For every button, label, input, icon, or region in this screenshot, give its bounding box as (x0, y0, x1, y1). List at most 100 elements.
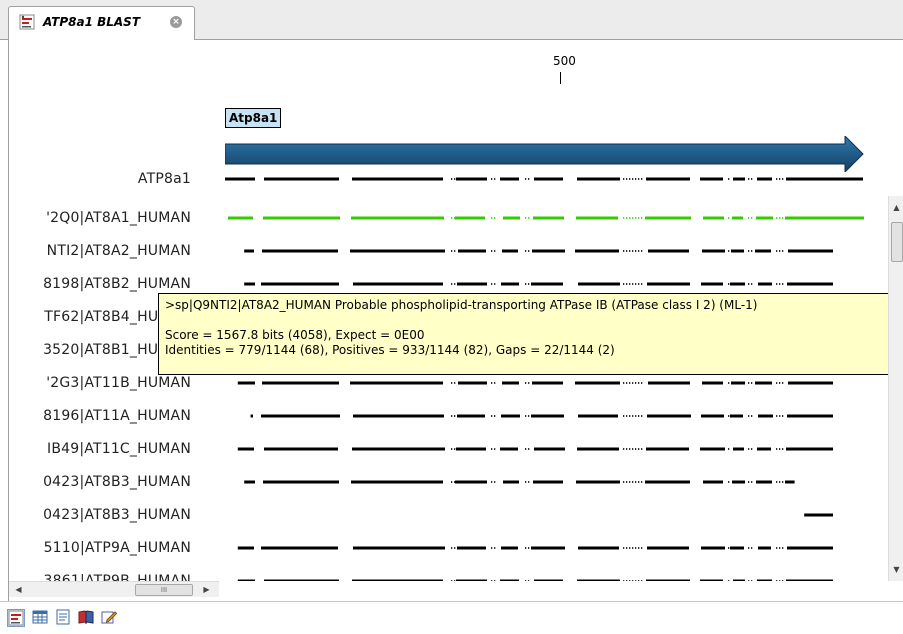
aligned-segment (576, 216, 618, 220)
gap-dot (454, 178, 456, 180)
hit-alignment-line[interactable] (225, 249, 865, 253)
aligned-segment (237, 381, 255, 385)
gap-dot (528, 580, 530, 581)
gap-dot (451, 580, 453, 581)
aligned-segment (532, 381, 563, 385)
aligned-segment (457, 546, 486, 550)
hit-label[interactable]: '2Q0|AT8A1_HUMAN (46, 210, 191, 226)
aligned-segment (244, 480, 255, 484)
aligned-segment (703, 216, 724, 220)
aligned-segment (730, 282, 745, 286)
hit-alignment-line[interactable] (225, 447, 865, 451)
hit-alignment-line[interactable] (225, 282, 865, 286)
gap-dot (638, 580, 640, 581)
aligned-segment (755, 381, 772, 385)
hit-label[interactable]: NTI2|AT8A2_HUMAN (47, 243, 191, 259)
ruler-tick (560, 72, 561, 84)
gap-dot (638, 481, 640, 483)
gap-dot (751, 217, 753, 219)
gap-dot (451, 415, 453, 417)
gap-dot (454, 283, 456, 285)
hit-label[interactable]: 8196|AT11A_HUMAN (43, 408, 191, 424)
gap-dot (641, 481, 643, 483)
aligned-segment (237, 447, 254, 451)
hit-alignment-line[interactable] (225, 546, 865, 550)
gap-dot (629, 283, 631, 285)
gap-dot (638, 448, 640, 450)
gap-dot (728, 250, 730, 252)
aligned-segment (647, 282, 690, 286)
feature-arrow[interactable] (225, 136, 865, 172)
gap-dot (629, 217, 631, 219)
gap-dot (525, 448, 527, 450)
hit-alignment-line[interactable] (225, 480, 865, 484)
aligned-segment (756, 480, 772, 484)
gap-dot (728, 481, 730, 483)
tab-atp8a1-blast[interactable]: ATP8a1 BLAST × (8, 6, 195, 41)
hit-label[interactable]: '2G3|AT11B_HUMAN (46, 375, 191, 391)
gap-dot (528, 283, 530, 285)
gap-dot (632, 283, 634, 285)
horizontal-scroll-thumb[interactable]: III (135, 584, 193, 596)
gap-dot (635, 217, 637, 219)
horizontal-scrollbar[interactable]: ◀ III ▶ (9, 581, 219, 597)
scroll-up-icon[interactable]: ▲ (889, 200, 903, 215)
vertical-scroll-thumb[interactable] (891, 222, 903, 262)
gap-dot (638, 217, 640, 219)
hit-alignment-line[interactable] (225, 414, 865, 418)
aligned-segment (502, 381, 519, 385)
gap-dot (528, 547, 530, 549)
query-label: ATP8a1 (137, 171, 191, 187)
aligned-segment (786, 177, 863, 181)
scroll-left-icon[interactable]: ◀ (11, 582, 26, 597)
gap-dot (491, 547, 493, 549)
gap-dot (623, 547, 625, 549)
hit-label[interactable]: 0423|AT8B3_HUMAN (43, 474, 191, 490)
gap-dot (776, 448, 778, 450)
gap-dot (626, 178, 628, 180)
text-view-button[interactable] (55, 609, 73, 627)
hit-alignment-line[interactable] (225, 381, 865, 385)
annotations-view-button[interactable] (101, 609, 119, 627)
close-tab-icon[interactable]: × (170, 16, 182, 28)
hit-label[interactable]: 3861|ATP9B_HUMAN (44, 573, 191, 581)
gap-dot (779, 448, 781, 450)
hit-alignment-line[interactable] (225, 216, 865, 220)
hit-label[interactable]: 0423|AT8B3_HUMAN (43, 507, 191, 523)
scroll-right-icon[interactable]: ▶ (199, 582, 214, 597)
gap-dot (528, 178, 530, 180)
aligned-segment (578, 414, 618, 418)
gap-dot (751, 448, 753, 450)
aligned-segment (732, 480, 745, 484)
hit-label[interactable]: 5110|ATP9A_HUMAN (44, 540, 191, 556)
gap-dot (626, 481, 628, 483)
hit-alignment-line[interactable] (225, 513, 865, 517)
aligned-segment (646, 579, 690, 581)
aligned-segment (457, 282, 487, 286)
gap-dot (748, 250, 750, 252)
hit-alignment-line[interactable] (225, 579, 865, 581)
gap-dot (782, 217, 784, 219)
aligned-segment (503, 480, 519, 484)
history-view-button[interactable] (78, 609, 96, 627)
gap-dot (751, 283, 753, 285)
vertical-scrollbar[interactable]: ▲ ▼ (888, 196, 903, 581)
graphical-view-button[interactable] (7, 609, 25, 627)
gap-dot (748, 415, 750, 417)
table-view-button[interactable] (32, 609, 50, 627)
hit-label[interactable]: 8198|AT8B2_HUMAN (43, 276, 191, 292)
aligned-segment (531, 282, 563, 286)
hit-label[interactable]: IB49|AT11C_HUMAN (47, 441, 191, 457)
gap-dot (454, 580, 456, 581)
gap-dot (494, 547, 496, 549)
gap-dot (491, 382, 493, 384)
gap-dot (748, 217, 750, 219)
text-icon (56, 609, 70, 625)
aligned-segment (757, 579, 772, 581)
gap-dot (491, 217, 493, 219)
blast-result-icon (19, 14, 35, 30)
aligned-segment (261, 414, 340, 418)
gap-dot (779, 217, 781, 219)
aligned-segment (264, 447, 338, 451)
scroll-down-icon[interactable]: ▼ (889, 562, 903, 577)
